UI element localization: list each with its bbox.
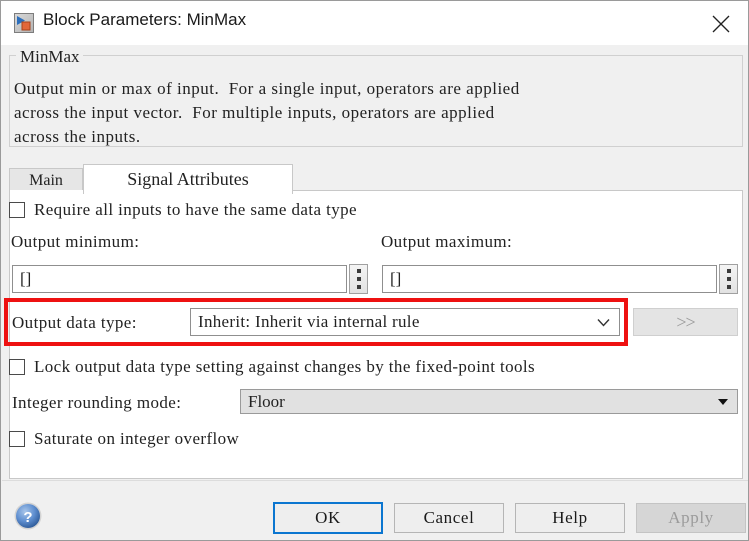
lock-output-data-type-checkbox[interactable]: Lock output data type setting against ch… bbox=[9, 357, 535, 377]
integer-rounding-mode-value: Floor bbox=[248, 391, 285, 411]
tab-signal-attributes[interactable]: Signal Attributes bbox=[83, 164, 293, 194]
checkbox-box bbox=[9, 359, 25, 375]
help-button[interactable]: Help bbox=[515, 503, 625, 533]
output-data-type-value: Inherit: Inherit via internal rule bbox=[198, 312, 420, 331]
require-same-data-type-checkbox[interactable]: Require all inputs to have the same data… bbox=[9, 200, 357, 220]
block-parameters-dialog: Block Parameters: MinMax MinMax Output m… bbox=[0, 0, 749, 541]
output-data-type-label: Output data type: bbox=[12, 313, 137, 332]
window-title: Block Parameters: MinMax bbox=[43, 10, 247, 29]
output-minimum-label: Output minimum: bbox=[11, 232, 140, 251]
output-maximum-vertical-dots-icon[interactable] bbox=[719, 264, 738, 294]
apply-button: Apply bbox=[636, 503, 746, 533]
groupbox-top-line-left bbox=[9, 55, 15, 56]
output-maximum-input[interactable]: [] bbox=[382, 265, 717, 293]
help-circle-icon[interactable]: ? bbox=[13, 501, 43, 531]
chevron-down-icon bbox=[597, 312, 610, 332]
integer-rounding-mode-label: Integer rounding mode: bbox=[12, 393, 182, 412]
checkbox-box bbox=[9, 202, 25, 218]
output-minimum-vertical-dots-icon[interactable] bbox=[349, 264, 368, 294]
lock-output-data-type-label: Lock output data type setting against ch… bbox=[34, 357, 536, 376]
output-maximum-label: Output maximum: bbox=[381, 232, 513, 251]
saturate-on-integer-overflow-checkbox[interactable]: Saturate on integer overflow bbox=[9, 429, 239, 449]
require-same-data-type-label: Require all inputs to have the same data… bbox=[34, 200, 357, 219]
simulink-block-icon bbox=[14, 13, 34, 33]
panel-border-right bbox=[285, 190, 743, 191]
cancel-button[interactable]: Cancel bbox=[394, 503, 504, 533]
svg-text:?: ? bbox=[23, 509, 32, 526]
saturate-on-integer-overflow-label: Saturate on integer overflow bbox=[34, 429, 240, 448]
triangle-down-icon bbox=[718, 398, 728, 405]
output-data-type-dropdown[interactable]: Inherit: Inherit via internal rule bbox=[190, 308, 620, 336]
close-icon[interactable] bbox=[698, 3, 744, 43]
tab-strip: Main Signal Attributes bbox=[9, 164, 743, 194]
panel-border-left bbox=[9, 190, 10, 191]
footer-divider bbox=[2, 480, 748, 481]
title-bar: Block Parameters: MinMax bbox=[1, 1, 748, 45]
integer-rounding-mode-dropdown[interactable]: Floor bbox=[240, 389, 738, 414]
groupbox-top-line-right bbox=[78, 55, 743, 56]
output-data-type-expand-button[interactable]: >> bbox=[633, 308, 738, 336]
output-minimum-input[interactable]: [] bbox=[12, 265, 347, 293]
checkbox-box bbox=[9, 431, 25, 447]
groupbox-label: MinMax bbox=[17, 48, 83, 65]
block-description: Output min or max of input. For a single… bbox=[14, 79, 520, 146]
ok-button[interactable]: OK bbox=[273, 502, 383, 534]
